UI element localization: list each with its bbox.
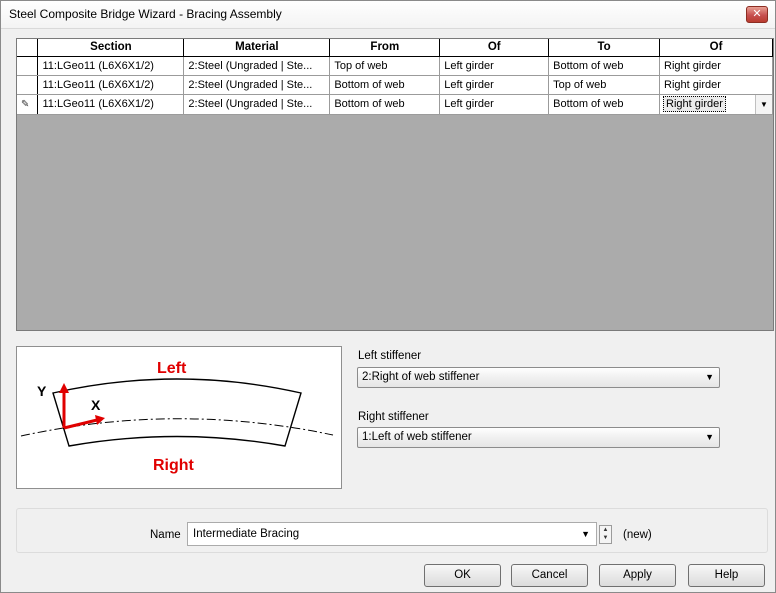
bracing-diagram: Left Right Y X <box>16 346 342 489</box>
help-button[interactable]: Help <box>688 564 765 587</box>
table-row[interactable]: 11:LGeo11 (L6X6X1/2) 2:Steel (Ungraded |… <box>17 75 773 95</box>
chevron-down-icon: ▼ <box>705 432 714 442</box>
row-header[interactable]: ✎ <box>17 94 39 115</box>
y-arrowhead <box>59 383 69 393</box>
right-stiffener-select[interactable]: 1:Left of web stiffener ▼ <box>357 427 720 448</box>
table-header-row: Section Material From Of To Of <box>17 39 773 57</box>
name-spinner[interactable]: ▲ ▼ <box>599 525 612 544</box>
material-cell[interactable]: 2:Steel (Ungraded | Ste... <box>183 56 331 76</box>
name-combobox[interactable]: Intermediate Bracing ▼ <box>187 522 597 546</box>
right-label: Right <box>153 457 194 474</box>
to-of-combobox-value: Right girder <box>663 95 726 112</box>
edit-pencil-icon: ✎ <box>21 99 30 110</box>
from-of-cell[interactable]: Left girder <box>439 75 550 95</box>
table-row[interactable]: ✎ 11:LGeo11 (L6X6X1/2) 2:Steel (Ungraded… <box>17 94 773 115</box>
from-of-cell[interactable]: Left girder <box>439 94 550 115</box>
to-cell[interactable]: Bottom of web <box>548 94 661 115</box>
from-cell[interactable]: Bottom of web <box>329 94 441 115</box>
right-stiffener-label: Right stiffener <box>358 411 429 423</box>
close-button[interactable]: ✕ <box>746 6 768 23</box>
column-header-to[interactable]: To <box>548 39 661 57</box>
close-icon: ✕ <box>752 8 762 20</box>
table-row[interactable]: 11:LGeo11 (L6X6X1/2) 2:Steel (Ungraded |… <box>17 56 773 76</box>
column-header-material[interactable]: Material <box>183 39 331 57</box>
column-header-from[interactable]: From <box>329 39 441 57</box>
name-value: Intermediate Bracing <box>193 528 300 540</box>
section-cell[interactable]: 11:LGeo11 (L6X6X1/2) <box>37 94 185 115</box>
section-cell[interactable]: 11:LGeo11 (L6X6X1/2) <box>37 75 185 95</box>
row-header[interactable] <box>17 75 39 95</box>
x-axis-label: X <box>91 397 101 413</box>
ok-button[interactable]: OK <box>424 564 501 587</box>
chevron-down-icon: ▼ <box>705 372 714 382</box>
left-stiffener-select[interactable]: 2:Right of web stiffener ▼ <box>357 367 720 388</box>
column-header-of[interactable]: Of <box>439 39 550 57</box>
material-cell[interactable]: 2:Steel (Ungraded | Ste... <box>183 94 331 115</box>
left-label: Left <box>157 360 187 377</box>
from-of-cell[interactable]: Left girder <box>439 56 550 76</box>
to-of-combobox[interactable]: Right girder ▼ <box>663 94 772 113</box>
bracing-grid[interactable]: Section Material From Of To Of 11:LGeo11… <box>16 38 774 331</box>
bracing-table: Section Material From Of To Of 11:LGeo11… <box>17 39 773 115</box>
name-label: Name <box>150 529 181 541</box>
material-cell[interactable]: 2:Steel (Ungraded | Ste... <box>183 75 331 95</box>
right-stiffener-value: 1:Left of web stiffener <box>362 431 472 443</box>
from-cell[interactable]: Bottom of web <box>329 75 441 95</box>
spin-up-icon[interactable]: ▲ <box>600 526 611 534</box>
left-stiffener-label: Left stiffener <box>358 350 422 362</box>
section-cell[interactable]: 11:LGeo11 (L6X6X1/2) <box>37 56 185 76</box>
apply-button[interactable]: Apply <box>599 564 676 587</box>
to-of-cell[interactable]: Right girder <box>659 56 773 76</box>
window-title: Steel Composite Bridge Wizard - Bracing … <box>9 7 282 21</box>
chevron-down-icon[interactable]: ▼ <box>755 94 772 113</box>
to-cell[interactable]: Bottom of web <box>548 56 661 76</box>
to-of-cell-editor[interactable]: Right girder ▼ <box>659 94 773 115</box>
column-header-of[interactable]: Of <box>659 39 773 57</box>
new-status: (new) <box>623 529 652 541</box>
y-axis-label: Y <box>37 383 47 399</box>
row-header[interactable] <box>17 56 39 76</box>
cancel-button[interactable]: Cancel <box>511 564 588 587</box>
chevron-down-icon[interactable]: ▼ <box>581 523 590 545</box>
column-header-section[interactable]: Section <box>37 39 185 57</box>
row-header-corner <box>17 39 39 57</box>
to-cell[interactable]: Top of web <box>548 75 661 95</box>
from-cell[interactable]: Top of web <box>329 56 441 76</box>
spin-down-icon[interactable]: ▼ <box>600 534 611 542</box>
left-stiffener-value: 2:Right of web stiffener <box>362 371 480 383</box>
to-of-cell[interactable]: Right girder <box>659 75 773 95</box>
title-bar: Steel Composite Bridge Wizard - Bracing … <box>1 1 775 29</box>
